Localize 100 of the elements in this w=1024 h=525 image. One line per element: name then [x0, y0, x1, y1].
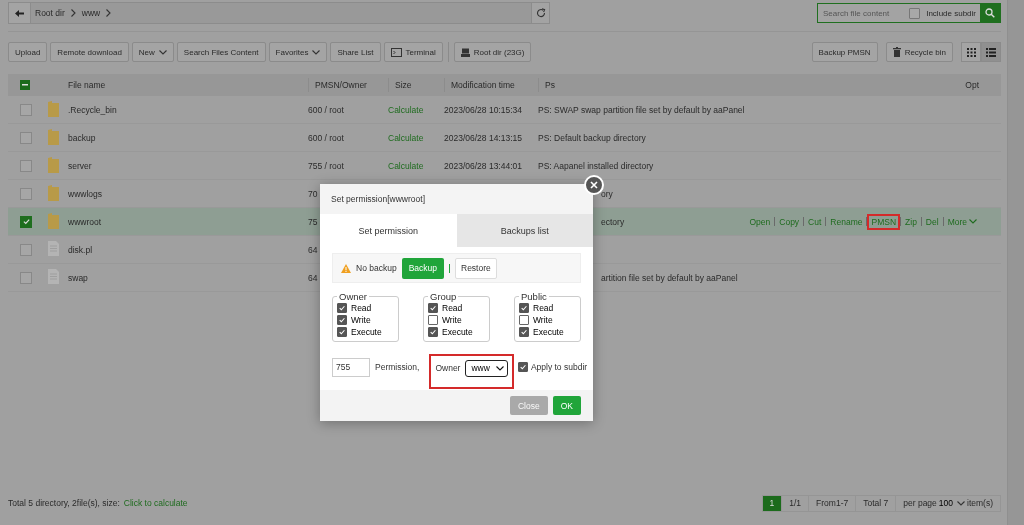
permission-checkbox[interactable]: Write: [519, 314, 576, 325]
toolbar-button[interactable]: Share List: [330, 42, 381, 62]
search-button[interactable]: [980, 4, 1000, 22]
modified-time: 2023/06/28 10:15:34: [444, 104, 523, 115]
file-name: wwwroot: [68, 216, 103, 227]
per-page-label: per page: [903, 498, 937, 508]
folder-icon: [48, 212, 59, 229]
toolbar-button[interactable]: Search Files Content: [176, 42, 266, 62]
folder-icon: [48, 128, 59, 145]
file-note: PS: SWAP swap partition file set by default by aaPanel: [538, 104, 746, 115]
hard-drive-icon: [460, 47, 470, 57]
page-info: 1/1: [781, 494, 810, 512]
backup-button[interactable]: Backup: [401, 257, 444, 279]
row-checkbox[interactable]: [20, 271, 32, 284]
folder-icon: [48, 156, 59, 173]
terminal-icon: [390, 47, 402, 57]
column-header: Ps: [545, 80, 555, 90]
permission-checkbox[interactable]: Execute: [519, 326, 576, 337]
toolbar-button[interactable]: Remote download: [50, 42, 129, 62]
toolbar-button[interactable]: Recycle bin: [885, 42, 953, 62]
file-note: PS: Default backup directory: [538, 132, 647, 143]
row-checkbox[interactable]: [20, 243, 32, 256]
permission-label: Permission,: [375, 362, 420, 372]
warning-icon: [341, 263, 351, 273]
dialog-button[interactable]: OK: [552, 396, 581, 415]
breadcrumb-link[interactable]: Root dir: [35, 8, 65, 18]
refresh-button[interactable]: [531, 3, 549, 23]
permission-checkbox[interactable]: Read: [337, 302, 394, 313]
toolbar-button[interactable]: Root dir (23G): [453, 42, 532, 62]
column-header: File name: [68, 80, 107, 90]
group-title: Group: [429, 291, 458, 302]
file-name: backup: [68, 132, 97, 143]
toolbar-button[interactable]: Terminal: [383, 42, 443, 62]
modified-time: 2023/06/28 14:13:15: [444, 132, 523, 143]
include-subdir-checkbox[interactable]: Include subdir: [903, 6, 980, 20]
checkmark-icon: [520, 364, 526, 370]
file-name: .Recycle_bin: [68, 104, 118, 115]
per-page-select[interactable]: 100: [936, 498, 967, 508]
permission-checkbox[interactable]: Execute: [428, 326, 485, 337]
dialog-title: Set permission[wwwroot]: [331, 194, 425, 204]
chevron-right-icon: [70, 9, 76, 17]
checkmark-icon: [521, 305, 527, 310]
back-button[interactable]: [9, 3, 31, 23]
row-checkbox[interactable]: [20, 159, 32, 172]
row-checkbox[interactable]: [20, 103, 32, 116]
select-all-checkbox[interactable]: [20, 80, 30, 90]
checkmark-icon: [339, 305, 345, 310]
column-header: Size: [395, 80, 412, 90]
permission-owner: 64: [308, 272, 319, 283]
permission-checkbox[interactable]: Write: [428, 314, 485, 325]
status-summary: Total 5 directory, 2file(s), size:: [8, 498, 120, 508]
toolbar-button[interactable]: New: [131, 42, 174, 62]
refresh-icon: [535, 8, 546, 18]
toolbar-button[interactable]: Upload: [8, 42, 48, 62]
back-arrow-icon: [15, 9, 24, 17]
checkmark-icon: [430, 329, 436, 334]
permission-owner: 600 / root: [308, 132, 345, 143]
checkmark-icon: [339, 329, 345, 334]
checkmark-icon: [339, 317, 345, 322]
modified-time: 2023/06/28 13:44:01: [444, 160, 523, 171]
toolbar-button[interactable]: Favorites: [268, 42, 328, 62]
owner-select[interactable]: www: [465, 359, 508, 377]
file-name: disk.pl: [68, 244, 94, 255]
permission-owner: 64: [308, 244, 319, 255]
chevron-down-icon: [312, 49, 321, 55]
restore-button[interactable]: Restore: [455, 257, 497, 279]
group-title: Owner: [338, 291, 368, 302]
chevron-down-icon: [969, 219, 977, 224]
view-toggle[interactable]: [981, 42, 1001, 62]
dialog-tab[interactable]: Backups list: [456, 214, 593, 247]
permission-checkbox[interactable]: Read: [519, 302, 576, 313]
apply-subdir-checkbox[interactable]: Apply to subdir: [517, 362, 588, 372]
column-header: PMSN/Owner: [315, 80, 367, 90]
checkmark-icon: [521, 329, 527, 334]
row-checkbox[interactable]: [20, 187, 32, 200]
page-button[interactable]: 1: [761, 494, 783, 512]
row-checkbox[interactable]: [20, 215, 32, 228]
permission-checkbox[interactable]: Write: [337, 314, 394, 325]
view-toggle[interactable]: [961, 42, 981, 62]
column-header: Opt: [965, 80, 979, 90]
permission-input[interactable]: 755: [332, 357, 370, 377]
chevron-down-icon: [158, 49, 167, 55]
permission-checkbox[interactable]: Execute: [337, 326, 394, 337]
folder-icon: [48, 100, 59, 117]
close-icon: [590, 181, 598, 189]
file-note: ory: [601, 188, 613, 199]
checkmark-icon: [22, 218, 30, 225]
permission-checkbox[interactable]: Read: [428, 302, 485, 313]
grid-icon: [966, 47, 976, 57]
breadcrumb-link[interactable]: www: [81, 8, 101, 18]
group-title: Public: [520, 291, 548, 302]
folder-icon: [48, 184, 59, 201]
row-checkbox[interactable]: [20, 131, 32, 144]
list-icon: [986, 47, 996, 57]
search-icon: [985, 8, 995, 18]
column-header: Modification time: [451, 80, 515, 90]
chevron-right-icon: [106, 9, 112, 17]
backup-status: No backup: [356, 263, 397, 273]
search-field[interactable]: Search file content Include subdir: [817, 3, 1001, 23]
toolbar-button[interactable]: Backup PMSN: [811, 42, 878, 62]
